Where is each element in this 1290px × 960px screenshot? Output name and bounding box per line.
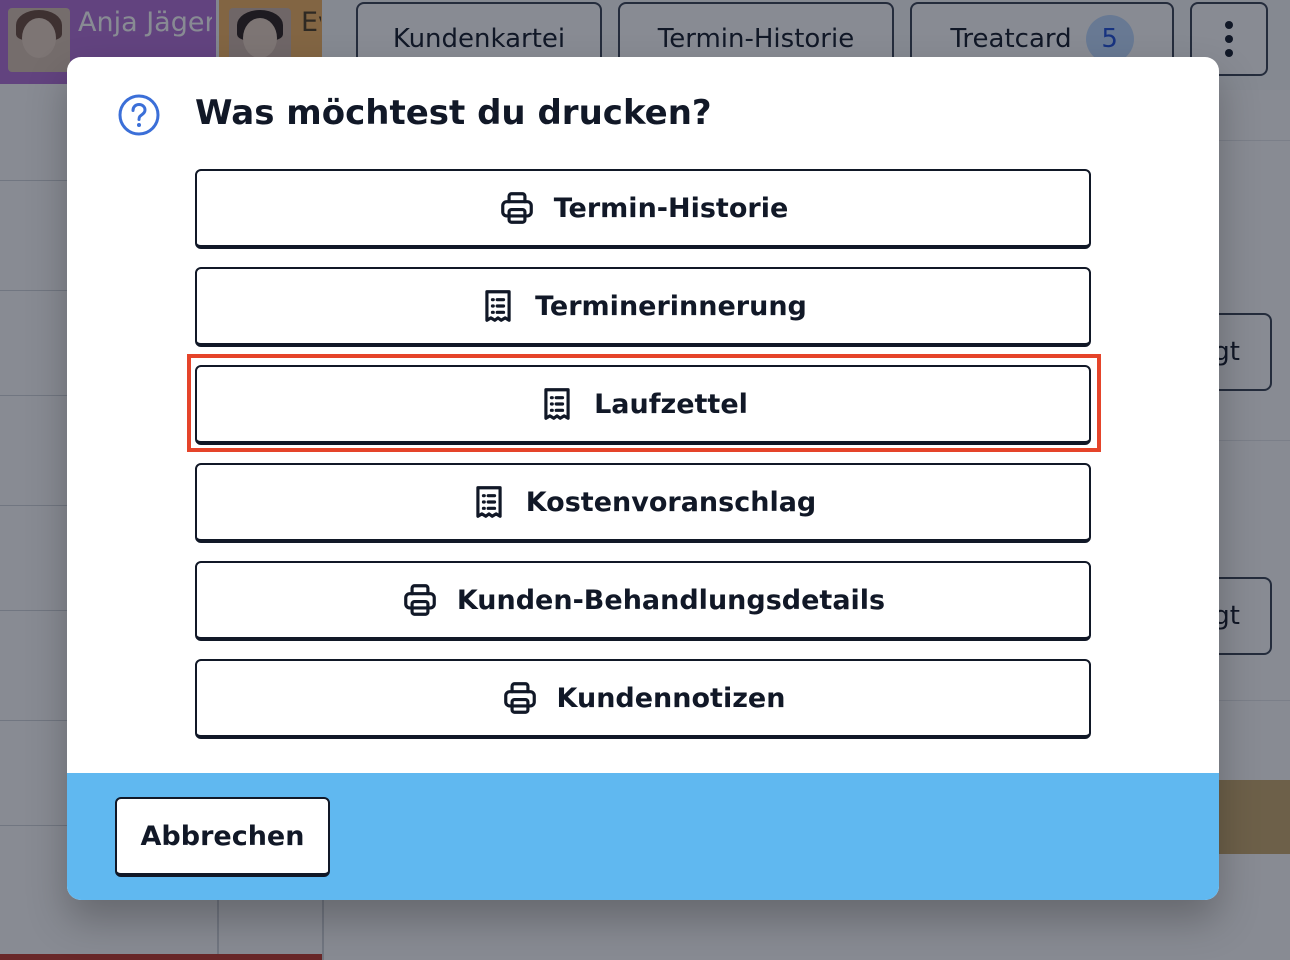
option-label: Kunden-Behandlungsdetails bbox=[456, 584, 886, 616]
dialog-title: Was möchtest du drucken? bbox=[195, 93, 712, 133]
print-kundennotizen-button[interactable]: Kundennotizen bbox=[195, 659, 1091, 739]
printer-icon bbox=[500, 192, 533, 224]
option-label: Laufzettel bbox=[594, 388, 748, 420]
dialog-footer: Abbrechen bbox=[67, 773, 1219, 900]
option-label: Kostenvoranschlag bbox=[525, 486, 817, 518]
print-dialog: Was möchtest du drucken? Termin-Historie… bbox=[67, 57, 1219, 900]
cancel-button[interactable]: Abbrechen bbox=[115, 797, 330, 877]
question-circle-icon bbox=[118, 94, 160, 136]
receipt-icon bbox=[544, 388, 570, 420]
print-kostenvoranschlag-button[interactable]: Kostenvoranschlag bbox=[195, 463, 1091, 543]
receipt-icon bbox=[485, 290, 511, 322]
receipt-icon bbox=[476, 486, 502, 518]
option-label: Terminerinnerung bbox=[535, 290, 807, 322]
print-termin-historie-button[interactable]: Termin-Historie bbox=[195, 169, 1091, 249]
print-kunden-behandlungsdetails-button[interactable]: Kunden-Behandlungsdetails bbox=[195, 561, 1091, 641]
option-label: Kundennotizen bbox=[556, 682, 786, 714]
print-laufzettel-button[interactable]: Laufzettel bbox=[195, 365, 1091, 445]
print-terminerinnerung-button[interactable]: Terminerinnerung bbox=[195, 267, 1091, 347]
printer-icon bbox=[404, 584, 436, 616]
printer-icon bbox=[503, 682, 536, 714]
option-label: Termin-Historie bbox=[553, 192, 789, 224]
